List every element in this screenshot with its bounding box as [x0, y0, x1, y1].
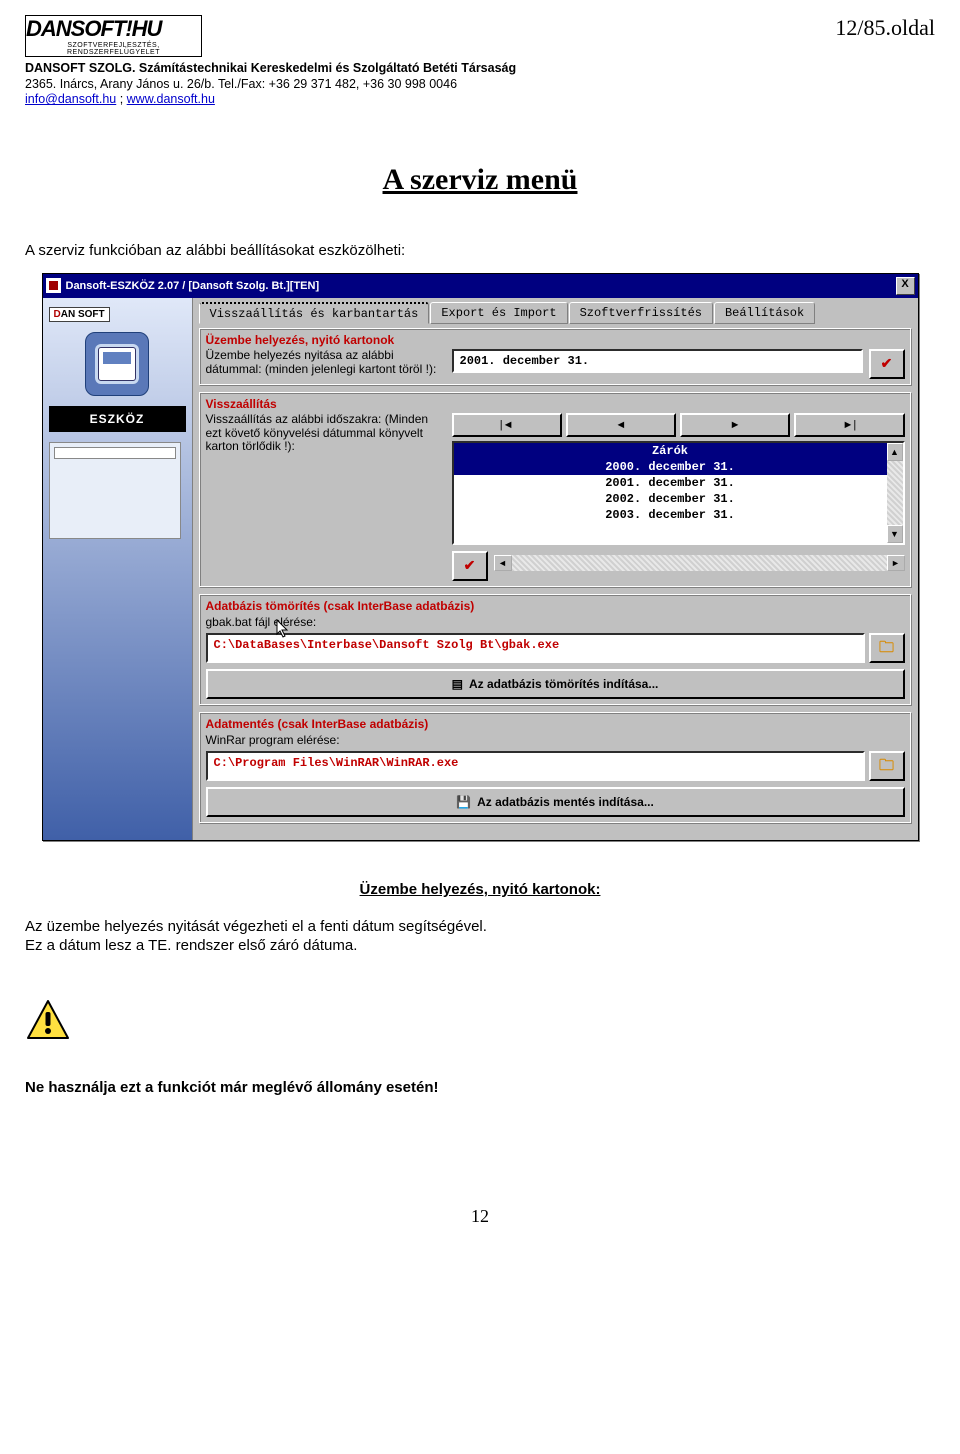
page-indicator: 12/85.oldal — [835, 15, 935, 41]
group-restore: Visszaállítás Visszaállítás az alábbi id… — [199, 392, 912, 588]
nav-next-button[interactable]: ► — [680, 413, 790, 437]
company-name: DANSOFT SZOLG. Számítástechnikai Kereske… — [25, 61, 516, 77]
logo: DANSOFT!HU SZOFTVERFEJLESZTÉS, RENDSZERF… — [25, 15, 202, 57]
group3-label: gbak.bat fájl elérése: — [206, 615, 905, 629]
list-item[interactable]: 2002. december 31. — [454, 491, 887, 507]
start-backup-label: Az adatbázis mentés indítása... — [477, 795, 654, 809]
group-db-compress: Adatbázis tömörítés (csak InterBase adat… — [199, 594, 912, 706]
logo-sub: SZOFTVERFEJLESZTÉS, RENDSZERFELÜGYELET — [26, 42, 201, 56]
scroll-up-button[interactable]: ▲ — [887, 443, 903, 461]
side-panel: DAN SOFT ESZKÖZ — [43, 298, 193, 840]
list-item[interactable]: 2001. december 31. — [454, 475, 887, 491]
scroll-left-button[interactable]: ◄ — [494, 555, 512, 571]
date-field[interactable]: 2001. december 31. — [452, 349, 863, 373]
logo-main: DANSOFT!HU — [26, 16, 161, 41]
panel-label: ESZKÖZ — [49, 406, 186, 432]
scroll-down-button[interactable]: ▼ — [887, 525, 903, 543]
section-title: A szerviz menü — [25, 163, 935, 197]
start-compress-button[interactable]: ▤ Az adatbázis tömörítés indítása... — [206, 669, 905, 699]
group1-title: Üzembe helyezés, nyitó kartonok — [206, 333, 905, 347]
closing-dates-listbox[interactable]: Zárók 2000. december 31. 2001. december … — [452, 441, 905, 545]
panel-brand-logo: DAN SOFT — [49, 307, 110, 322]
database-icon: ▤ — [452, 677, 463, 691]
nav-prev-button[interactable]: ◄ — [566, 413, 676, 437]
app-icon — [46, 278, 61, 293]
close-button[interactable]: X — [896, 277, 915, 295]
group3-title: Adatbázis tömörítés (csak InterBase adat… — [206, 599, 905, 613]
header-block: DANSOFT!HU SZOFTVERFEJLESZTÉS, RENDSZERF… — [25, 15, 516, 108]
list-item[interactable]: 2003. december 31. — [454, 507, 887, 523]
tab-export-import[interactable]: Export és Import — [430, 302, 567, 324]
titlebar: Dansoft-ESZKÖZ 2.07 / [Dansoft Szolg. Bt… — [43, 274, 918, 298]
group-initial-setup: Üzembe helyezés, nyitó kartonok Üzembe h… — [199, 328, 912, 386]
separator: ; — [116, 92, 126, 106]
paragraph1: Az üzembe helyezés nyitását végezheti el… — [25, 918, 935, 956]
horizontal-scrollbar[interactable]: ◄ ► — [494, 555, 905, 571]
start-compress-label: Az adatbázis tömörítés indítása... — [469, 677, 658, 691]
scroll-right-button[interactable]: ► — [887, 555, 905, 571]
tab-settings[interactable]: Beállítások — [714, 302, 815, 324]
vertical-scrollbar[interactable]: ▲ ▼ — [887, 443, 903, 543]
window-title: Dansoft-ESZKÖZ 2.07 / [Dansoft Szolg. Bt… — [66, 280, 320, 292]
confirm-restore-button[interactable]: ✔ — [452, 551, 488, 581]
list-item[interactable]: 2000. december 31. — [454, 459, 887, 475]
tab-software-update[interactable]: Szoftverfrissítés — [569, 302, 713, 324]
list-header: Zárók — [454, 443, 887, 459]
warning-icon — [25, 998, 71, 1044]
browse-gbak-button[interactable]: 🗀 — [869, 633, 905, 663]
page-number: 12 — [25, 1206, 935, 1227]
folder-icon: 🗀 — [879, 758, 894, 773]
intro-text: A szerviz funkcióban az alábbi beállítás… — [25, 242, 935, 259]
start-backup-button[interactable]: 💾 Az adatbázis mentés indítása... — [206, 787, 905, 817]
group-db-backup: Adatmentés (csak InterBase adatbázis) Wi… — [199, 712, 912, 824]
nav-first-button[interactable]: |◄ — [452, 413, 562, 437]
company-address: 2365. Inárcs, Arany János u. 26/b. Tel./… — [25, 77, 516, 93]
folder-icon: 🗀 — [879, 640, 894, 655]
scroll-track[interactable] — [887, 461, 903, 525]
browse-winrar-button[interactable]: 🗀 — [869, 751, 905, 781]
group4-title: Adatmentés (csak InterBase adatbázis) — [206, 717, 905, 731]
gbak-path-field[interactable]: C:\DataBases\Interbase\Dansoft Szolg Bt\… — [206, 633, 865, 663]
warning-text: Ne használja ezt a funkciót már meglévő … — [25, 1079, 935, 1096]
email-link[interactable]: info@dansoft.hu — [25, 92, 116, 106]
panel-thumbnail — [49, 442, 181, 539]
group2-desc: Visszaállítás az alábbi időszakra: (Mind… — [206, 413, 446, 454]
hscroll-track[interactable] — [512, 555, 887, 571]
tab-bar: Visszaállítás és karbantartás Export és … — [199, 302, 912, 324]
web-link[interactable]: www.dansoft.hu — [127, 92, 215, 106]
group4-label: WinRar program elérése: — [206, 733, 905, 747]
save-icon: 💾 — [456, 795, 471, 809]
confirm-button[interactable]: ✔ — [869, 349, 905, 379]
tab-restore-maintenance[interactable]: Visszaállítás és karbantartás — [199, 302, 430, 324]
app-window: Dansoft-ESZKÖZ 2.07 / [Dansoft Szolg. Bt… — [42, 273, 919, 841]
group2-title: Visszaállítás — [206, 397, 905, 411]
subsection-title: Üzembe helyezés, nyitó kartonok: — [25, 881, 935, 898]
winrar-path-field[interactable]: C:\Program Files\WinRAR\WinRAR.exe — [206, 751, 865, 781]
nav-last-button[interactable]: ►| — [794, 413, 904, 437]
group1-desc: Üzembe helyezés nyitása az alábbi dátumm… — [206, 349, 446, 377]
panel-app-icon — [85, 332, 149, 396]
